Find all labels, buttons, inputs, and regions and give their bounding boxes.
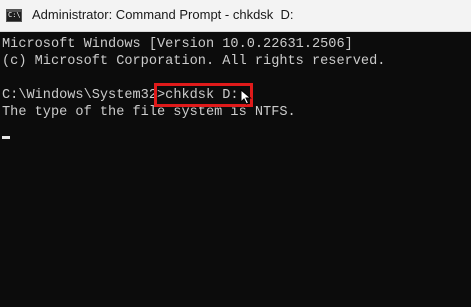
title-bar[interactable]: C:\ Administrator: Command Prompt - chkd… xyxy=(0,0,471,32)
window-title: Administrator: Command Prompt - chkdsk D… xyxy=(32,7,294,22)
version-line: Microsoft Windows [Version 10.0.22631.25… xyxy=(2,37,353,52)
command-prompt-window: C:\ Administrator: Command Prompt - chkd… xyxy=(0,0,471,307)
console-output[interactable]: Microsoft Windows [Version 10.0.22631.25… xyxy=(0,32,471,307)
mouse-pointer-icon xyxy=(240,89,252,105)
copyright-line: (c) Microsoft Corporation. All rights re… xyxy=(2,54,386,69)
text-cursor xyxy=(2,136,10,139)
console-icon: C:\ xyxy=(6,9,22,22)
prompt-path: C:\Windows\System32> xyxy=(2,88,166,103)
command-highlight-box xyxy=(154,83,253,107)
